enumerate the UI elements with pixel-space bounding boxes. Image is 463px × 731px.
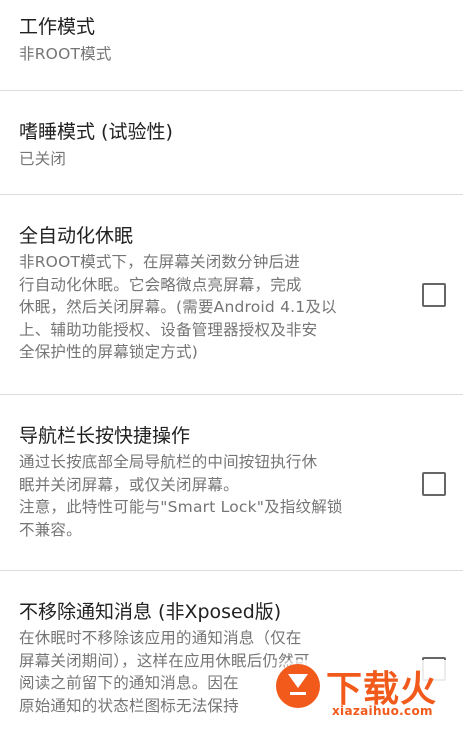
pref-title: 嗜睡模式 (试验性) — [19, 121, 173, 143]
pref-summary: 通过长按底部全局导航栏的中间按钮执行休 眠并关闭屏幕，或仅关闭屏幕。 注意，此特… — [19, 451, 389, 541]
summary-line: 注意，此特性可能与"Smart Lock"及指纹解锁 — [19, 498, 343, 516]
pref-title: 工作模式 — [19, 16, 96, 38]
summary-line: 不兼容。 — [19, 520, 82, 539]
summary-line: 在休眠时不移除该应用的通知消息（仅在 — [19, 629, 302, 647]
pref-navbar-longpress[interactable]: 导航栏长按快捷操作 通过长按底部全局导航栏的中间按钮执行休 眠并关闭屏幕，或仅关… — [0, 395, 463, 571]
pref-work-mode[interactable]: 工作模式 非ROOT模式 — [0, 0, 463, 91]
pref-summary: 非ROOT模式下，在屏幕关闭数分钟后进 行自动化休眠。它会略微点亮屏幕，完成 休… — [19, 251, 389, 364]
watermark: 下载火 xiazaihuo.com — [272, 660, 463, 720]
summary-line: 眠并关闭屏幕，或仅关闭屏幕。 — [19, 475, 239, 494]
summary-line: 休眠，然后关闭屏幕。(需要Android 4.1及以 — [19, 298, 337, 316]
auto-hibernate-checkbox[interactable] — [422, 283, 446, 307]
pref-doze-mode[interactable]: 嗜睡模式 (试验性) 已关闭 — [0, 91, 463, 195]
summary-line: 非ROOT模式下，在屏幕关闭数分钟后进 — [19, 253, 300, 271]
pref-auto-hibernate[interactable]: 全自动化休眠 非ROOT模式下，在屏幕关闭数分钟后进 行自动化休眠。它会略微点亮… — [0, 195, 463, 395]
pref-summary: 已关闭 — [19, 148, 389, 171]
pref-title: 导航栏长按快捷操作 — [19, 425, 191, 447]
pref-summary: 非ROOT模式 — [19, 43, 389, 66]
summary-line: 已关闭 — [19, 150, 67, 168]
summary-line: 非ROOT模式 — [19, 45, 112, 63]
summary-line: 行自动化休眠。它会略微点亮屏幕，完成 — [19, 275, 302, 294]
pref-title: 不移除通知消息 (非Xposed版) — [19, 601, 282, 623]
watermark-domain: xiazaihuo.com — [332, 704, 433, 718]
pref-title: 全自动化休眠 — [19, 225, 134, 247]
navbar-longpress-checkbox[interactable] — [422, 472, 446, 496]
download-fire-logo-icon — [276, 664, 320, 708]
summary-line: 通过长按底部全局导航栏的中间按钮执行休 — [19, 453, 318, 471]
summary-line: 上、辅助功能授权、设备管理器授权及非安 — [19, 320, 318, 339]
summary-line: 全保护性的屏幕锁定方式) — [19, 343, 198, 361]
